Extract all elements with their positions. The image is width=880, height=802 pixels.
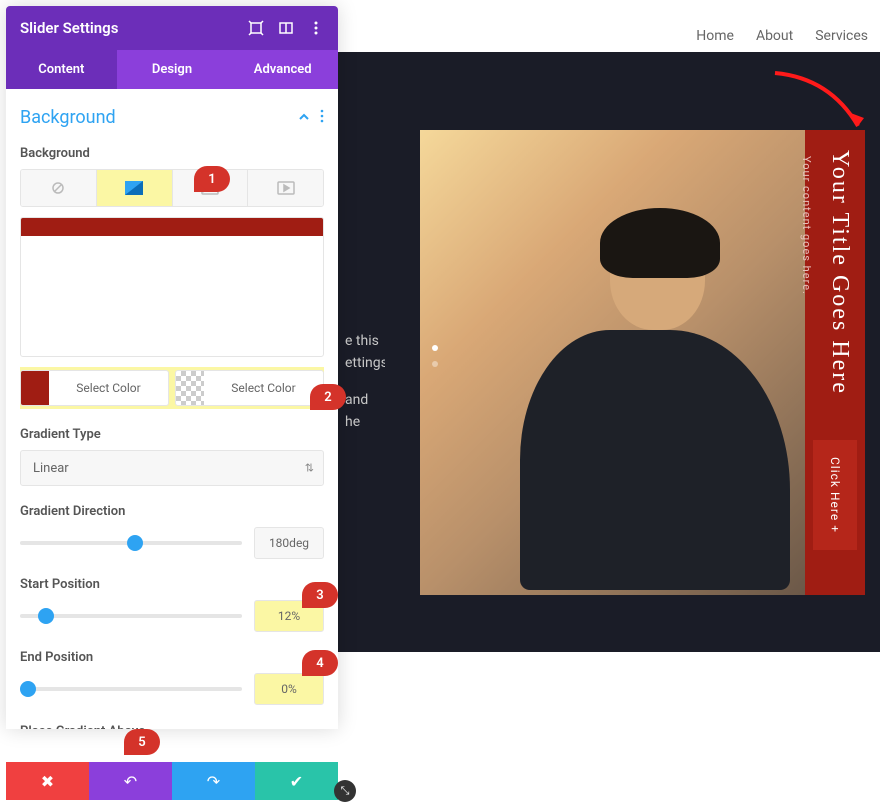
underlying-text: e this ettings. and he — [345, 330, 385, 434]
color-picker-2[interactable]: Select Color — [175, 370, 324, 406]
tab-content[interactable]: Content — [6, 50, 117, 89]
dock-icon[interactable] — [278, 20, 294, 36]
settings-panel: Slider Settings Content Design Advanced … — [6, 6, 338, 729]
nav-about[interactable]: About — [756, 28, 793, 44]
t1: e this — [345, 330, 385, 352]
gradient-preview — [20, 217, 324, 357]
background-type-tabs — [20, 169, 324, 207]
nav-services[interactable]: Services — [815, 28, 868, 44]
gradient-colors: Select Color Select Color — [20, 367, 324, 409]
panel-title: Slider Settings — [20, 19, 118, 37]
end-value[interactable] — [254, 673, 324, 705]
more-icon[interactable] — [308, 20, 324, 36]
callout-5: 5 — [124, 729, 160, 755]
slide-title: Your Title Goes Here — [826, 150, 853, 395]
tab-advanced[interactable]: Advanced — [227, 50, 338, 89]
tab-design[interactable]: Design — [117, 50, 228, 89]
panel-header: Slider Settings — [6, 6, 338, 50]
cancel-button[interactable]: ✖ — [6, 762, 89, 800]
gradient-type-select[interactable]: Linear — [20, 450, 324, 486]
t2: ettings. — [345, 352, 385, 374]
t4: he — [345, 411, 385, 433]
start-thumb[interactable] — [38, 608, 54, 624]
slide-photo — [480, 190, 790, 585]
label-start-position: Start Position — [20, 577, 324, 592]
slide-cta-button[interactable]: Click Here + — [813, 440, 857, 550]
panel-actions: ✖ ↶ ↷ ✔ — [6, 762, 338, 800]
direction-thumb[interactable] — [127, 535, 143, 551]
undo-button[interactable]: ↶ — [89, 762, 172, 800]
collapse-icon[interactable] — [298, 108, 310, 127]
panel-body: Background Background Select Color Selec… — [6, 89, 338, 729]
end-slider[interactable] — [20, 679, 242, 699]
slide-preview: Your Title Goes Here Your content goes h… — [420, 130, 865, 595]
start-slider[interactable] — [20, 606, 242, 626]
bg-tab-gradient[interactable] — [97, 170, 173, 206]
bg-tab-color[interactable] — [21, 170, 97, 206]
color-2-label: Select Color — [204, 381, 323, 395]
panel-tabs: Content Design Advanced — [6, 50, 338, 89]
save-button[interactable]: ✔ — [255, 762, 338, 800]
label-place-above: Place Gradient Above Background Image — [20, 723, 200, 729]
label-gradient-direction: Gradient Direction — [20, 504, 324, 519]
dot-1[interactable] — [432, 345, 438, 351]
direction-value[interactable] — [254, 527, 324, 559]
label-background: Background — [20, 146, 324, 161]
swatch-1 — [21, 371, 49, 405]
expand-icon[interactable] — [248, 20, 264, 36]
redo-button[interactable]: ↷ — [172, 762, 255, 800]
color-1-label: Select Color — [49, 381, 168, 395]
label-gradient-type: Gradient Type — [20, 427, 324, 442]
direction-slider[interactable] — [20, 533, 242, 553]
end-thumb[interactable] — [20, 681, 36, 697]
slide-subtitle: Your content goes here. — [800, 156, 813, 295]
gradient-preview-fill — [21, 218, 323, 236]
slide-dots[interactable] — [432, 345, 438, 367]
section-more-icon[interactable] — [320, 108, 324, 127]
bg-tab-image[interactable] — [173, 170, 249, 206]
swatch-2 — [176, 371, 204, 405]
label-end-position: End Position — [20, 650, 324, 665]
dot-2[interactable] — [432, 361, 438, 367]
section-title: Background — [20, 107, 116, 128]
bg-tab-video[interactable] — [248, 170, 323, 206]
top-nav: Home About Services — [696, 28, 868, 44]
nav-home[interactable]: Home — [696, 28, 734, 44]
t3: and — [345, 389, 385, 411]
start-value[interactable] — [254, 600, 324, 632]
resize-handle[interactable]: ⤡ — [334, 780, 356, 802]
color-picker-1[interactable]: Select Color — [20, 370, 169, 406]
